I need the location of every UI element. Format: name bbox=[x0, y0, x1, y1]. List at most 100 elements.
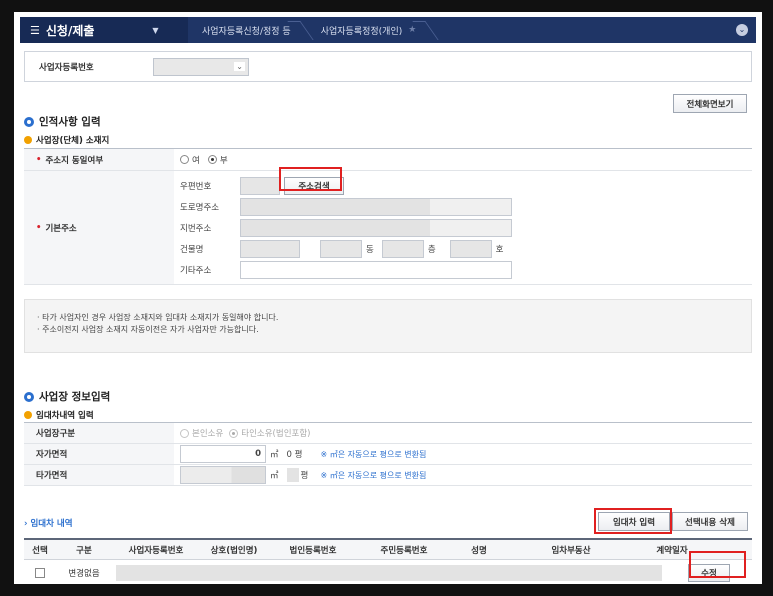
highlight-lease-input bbox=[594, 508, 672, 534]
building-name-input[interactable] bbox=[240, 239, 300, 258]
radio-own-label: 본인소유 bbox=[192, 429, 224, 439]
notice-line: 타가 사업자인 경우 사업장 소재지와 임대차 소재지가 동일해야 합니다. bbox=[37, 312, 751, 324]
col-company-name: 상호(법인명) bbox=[210, 545, 258, 556]
building-label: 건물명 bbox=[180, 244, 204, 255]
convert-note: ※ ㎡은 자동으로 평으로 변환됨 bbox=[320, 470, 427, 480]
breadcrumb-label: 사업자등록정정(개인) bbox=[320, 26, 403, 37]
road-address-input[interactable] bbox=[240, 197, 512, 216]
subsection-title-lease: 임대차내역 입력 bbox=[24, 409, 94, 421]
convert-note: ※ ㎡은 자동으로 평으로 변환됨 bbox=[320, 449, 427, 459]
row-data-cell bbox=[112, 560, 666, 584]
registration-label: 사업자등록번호 bbox=[39, 62, 94, 73]
own-area-fields: 0 ㎡ 0 평 ※ ㎡은 자동으로 평으로 변환됨 bbox=[174, 444, 752, 464]
radio-other[interactable] bbox=[229, 428, 239, 438]
section-bullet-icon bbox=[24, 116, 34, 127]
table-row: 변경없음 수정 bbox=[24, 560, 752, 584]
row-checkbox[interactable] bbox=[35, 567, 45, 578]
other-address-input[interactable] bbox=[240, 260, 512, 279]
col-resident-number: 주민등록번호 bbox=[380, 545, 428, 556]
subsection-title-text: 사업장(단체) 소재지 bbox=[36, 136, 110, 146]
registration-select[interactable]: ⌄ bbox=[153, 57, 249, 76]
business-type-row: 사업장구분 본인소유 타인소유(법인포함) bbox=[24, 423, 752, 444]
pyeong-unit: 평 bbox=[300, 471, 309, 481]
zip-label: 우편번호 bbox=[180, 181, 212, 192]
collapse-icon[interactable]: ⌄ bbox=[736, 24, 748, 36]
breadcrumb-2[interactable]: 사업자등록정정(개인) ★ bbox=[307, 17, 433, 43]
other-area-label: 타가면적 bbox=[24, 465, 174, 485]
section-title-business: 사업장 정보입력 bbox=[24, 389, 110, 404]
address-table: • 주소지 동일여부 여 부 • 기본주소 우편번호 주소검색 도로명주소 지번… bbox=[24, 148, 752, 285]
subsection-bullet-icon bbox=[24, 136, 32, 144]
other-area-fields: ㎡ 평 ※ ㎡은 자동으로 평으로 변환됨 bbox=[174, 465, 752, 485]
top-nav: ☰ 신청/제출 ▼ 사업자등록신청/정정 등 사업자등록정정(개인) ★ ⌄ bbox=[20, 17, 756, 43]
lease-table: 선택 구분 사업자등록번호 상호(법인명) 법인등록번호 주민등록번호 성명 임… bbox=[24, 538, 752, 584]
chevron-down-icon: ⌄ bbox=[234, 61, 245, 71]
radio-yes[interactable] bbox=[180, 155, 189, 164]
menu-label: 신청/제출 bbox=[45, 23, 95, 38]
col-type: 구분 bbox=[76, 545, 92, 556]
delete-selected-button[interactable]: 선택내용 삭제 bbox=[672, 512, 748, 531]
radio-no[interactable] bbox=[207, 155, 217, 164]
breadcrumb-1[interactable]: 사업자등록신청/정정 등 bbox=[188, 17, 307, 43]
hamburger-icon: ☰ bbox=[30, 23, 40, 37]
row-checkbox-cell bbox=[24, 560, 56, 584]
registration-box: 사업자등록번호 ⌄ bbox=[24, 51, 752, 82]
other-pyeong-value bbox=[286, 468, 299, 482]
zip-input[interactable] bbox=[240, 176, 280, 195]
col-corp-number: 법인등록번호 bbox=[289, 545, 337, 556]
building-floor-input[interactable] bbox=[381, 239, 424, 258]
section-title-text: 인적사항 입력 bbox=[39, 116, 101, 128]
other-area-input[interactable] bbox=[180, 466, 266, 484]
notice-line: 주소이전지 사업장 소재지 자동이전은 자가 사업자만 가능합니다. bbox=[37, 324, 751, 336]
row-type: 변경없음 bbox=[68, 568, 100, 579]
own-area-input[interactable]: 0 bbox=[180, 445, 266, 463]
business-type-label: 사업장구분 bbox=[24, 423, 174, 443]
subsection-bullet-icon bbox=[24, 411, 32, 419]
radio-no-label: 부 bbox=[219, 155, 228, 166]
notice-box: 타가 사업자인 경우 사업장 소재지와 임대차 소재지가 동일해야 합니다. 주… bbox=[24, 299, 752, 353]
col-leased-property: 임차부동산 bbox=[551, 545, 591, 556]
lease-list-link[interactable]: › 임대차 내역 bbox=[24, 517, 73, 529]
base-address-row: • 기본주소 우편번호 주소검색 도로명주소 지번주소 건물명 동 층 호 기타… bbox=[24, 171, 752, 285]
base-address-label: • 기본주소 bbox=[24, 171, 174, 284]
business-table: 사업장구분 본인소유 타인소유(법인포함) 자가면적 0 ㎡ 0 평 ※ ㎡은 … bbox=[24, 422, 752, 486]
own-area-label: 자가면적 bbox=[24, 444, 174, 464]
floor-unit: 층 bbox=[427, 244, 436, 255]
lot-address-input[interactable] bbox=[240, 218, 512, 237]
breadcrumb-label: 사업자등록신청/정정 등 bbox=[202, 26, 291, 37]
area-unit: ㎡ bbox=[270, 450, 279, 460]
menu-button[interactable]: ☰ 신청/제출 ▼ bbox=[20, 17, 188, 43]
radio-yes-label: 여 bbox=[192, 155, 200, 166]
main-window: ☰ 신청/제출 ▼ 사업자등록신청/정정 등 사업자등록정정(개인) ★ ⌄ 사… bbox=[14, 12, 762, 584]
col-name: 성명 bbox=[471, 545, 487, 556]
col-select: 선택 bbox=[32, 545, 48, 556]
building-room-input[interactable] bbox=[449, 239, 492, 258]
section-title-personal: 인적사항 입력 bbox=[24, 114, 101, 129]
road-address-label: 도로명주소 bbox=[180, 202, 220, 213]
same-address-row: • 주소지 동일여부 여 부 bbox=[24, 149, 752, 171]
lot-address-label: 지번주소 bbox=[180, 223, 212, 234]
subsection-title-location: 사업장(단체) 소재지 bbox=[24, 134, 109, 146]
fullscreen-button[interactable]: 전체화면보기 bbox=[673, 94, 747, 113]
other-address-label: 기타주소 bbox=[180, 265, 212, 276]
lease-table-header: 선택 구분 사업자등록번호 상호(법인명) 법인등록번호 주민등록번호 성명 임… bbox=[24, 540, 752, 560]
business-type-options: 본인소유 타인소유(법인포함) bbox=[174, 423, 752, 443]
dong-unit: 동 bbox=[366, 244, 374, 255]
chevron-down-icon[interactable]: ▼ bbox=[152, 26, 158, 35]
row-data-redacted bbox=[116, 564, 662, 581]
highlight-address-search bbox=[279, 167, 342, 191]
base-address-fields: 우편번호 주소검색 도로명주소 지번주소 건물명 동 층 호 기타주소 bbox=[174, 171, 752, 284]
own-pyeong: 0 평 bbox=[286, 450, 303, 460]
radio-own[interactable] bbox=[180, 428, 189, 438]
radio-other-label: 타인소유(법인포함) bbox=[241, 429, 311, 439]
section-title-text: 사업장 정보입력 bbox=[39, 391, 111, 403]
building-dong-input[interactable] bbox=[320, 239, 362, 258]
section-bullet-icon bbox=[24, 391, 34, 402]
highlight-edit-button bbox=[689, 551, 746, 578]
star-icon[interactable]: ★ bbox=[408, 25, 416, 35]
same-address-label: • 주소지 동일여부 bbox=[24, 149, 174, 170]
col-business-number: 사업자등록번호 bbox=[128, 545, 184, 556]
same-address-options: 여 부 bbox=[174, 149, 752, 170]
other-area-row: 타가면적 ㎡ 평 ※ ㎡은 자동으로 평으로 변환됨 bbox=[24, 465, 752, 486]
own-area-row: 자가면적 0 ㎡ 0 평 ※ ㎡은 자동으로 평으로 변환됨 bbox=[24, 444, 752, 465]
